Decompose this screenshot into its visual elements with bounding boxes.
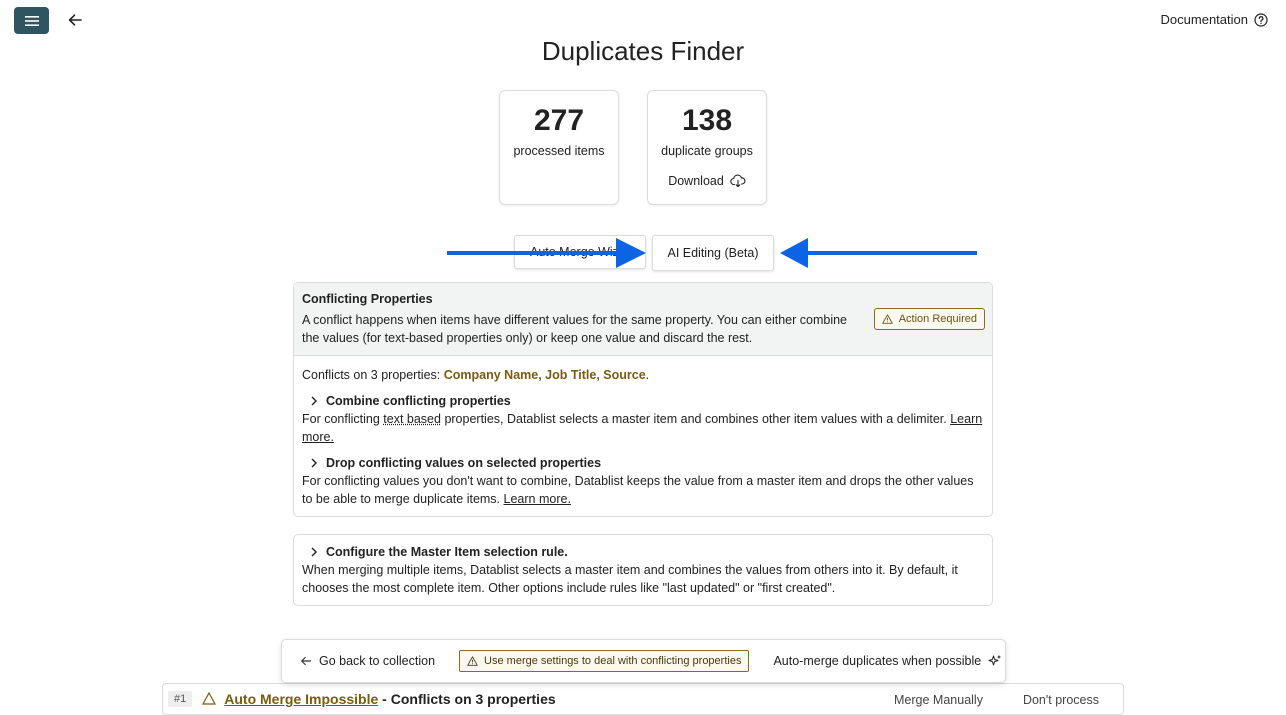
footer-action-bar: Go back to collection Use merge settings… (281, 639, 1006, 683)
annotation-arrow-left-shaft (447, 251, 627, 255)
download-button[interactable]: Download (648, 174, 766, 188)
conflicts-summary-prefix: Conflicts on 3 properties: (302, 368, 444, 382)
warning-icon (881, 314, 893, 324)
combine-text-b: properties, Datablist selects a master i… (440, 412, 951, 426)
drop-text: For conflicting values you don't want to… (302, 472, 984, 508)
conflicting-property-list: Company Name, Job Title, Source (443, 368, 646, 382)
processed-label: processed items (513, 144, 605, 158)
arrow-left-icon (301, 656, 312, 666)
go-back-label: Go back to collection (319, 654, 436, 668)
text-based-term: text based (383, 412, 441, 426)
combine-text-a: For conflicting (302, 412, 384, 426)
back-button[interactable] (66, 11, 84, 29)
groups-label: duplicate groups (661, 144, 753, 158)
conflicts-title: Conflicting Properties (302, 292, 433, 306)
master-item-text: When merging multiple items, Datablist s… (302, 563, 958, 595)
go-back-button[interactable]: Go back to collection (300, 654, 435, 668)
merge-settings-warning: Use merge settings to deal with conflict… (459, 650, 750, 672)
annotation-arrow-right-shaft (800, 251, 977, 255)
master-item-toggle[interactable]: Configure the Master Item selection rule… (302, 543, 984, 561)
group-separator: - (378, 691, 391, 707)
group-index: #1 (168, 691, 193, 707)
arrow-left-icon (68, 14, 82, 26)
hamburger-icon (24, 15, 39, 26)
auto-merge-label: Auto-merge duplicates when possible (773, 654, 982, 668)
conflicts-description: A conflict happens when items have diffe… (302, 313, 848, 345)
group-detail: Conflicts on 3 properties (390, 691, 556, 707)
annotation-arrow-right-icon (616, 238, 646, 268)
warning-icon (467, 656, 478, 666)
conflicts-summary-suffix: . (645, 368, 650, 382)
master-item-body: Configure the Master Item selection rule… (294, 535, 992, 605)
action-required-badge: Action Required (873, 308, 985, 330)
action-required-label: Action Required (898, 313, 977, 325)
drop-heading: Drop conflicting values on selected prop… (326, 456, 602, 470)
master-item-panel: Configure the Master Item selection rule… (293, 534, 993, 606)
warning-icon (202, 692, 217, 705)
conflicts-header: Conflicting Properties A conflict happen… (294, 283, 992, 356)
dont-process-select[interactable]: Don't process (1023, 693, 1099, 707)
chevron-right-icon (311, 458, 317, 468)
page-title: Duplicates Finder (541, 36, 745, 66)
help-circle-icon (1254, 12, 1268, 27)
groups-count: 138 (681, 104, 733, 137)
chevron-right-icon (311, 396, 317, 406)
combine-text: For conflicting text based properties, D… (302, 410, 984, 446)
conflicts-body: Conflicts on 3 properties: Company Name,… (294, 356, 992, 516)
master-item-heading: Configure the Master Item selection rule… (326, 545, 568, 559)
tab-ai-editing-label: AI Editing (Beta) (667, 246, 759, 260)
drop-section-toggle[interactable]: Drop conflicting values on selected prop… (302, 454, 984, 472)
combine-section-toggle[interactable]: Combine conflicting properties (302, 392, 984, 410)
documentation-link[interactable]: Documentation (1161, 12, 1268, 27)
drop-learn-more-link[interactable]: Learn more. (504, 492, 571, 506)
annotation-arrow-left-icon (780, 238, 808, 268)
cloud-download-icon (730, 174, 746, 188)
duplicate-groups-card: 138 duplicate groups Download (647, 90, 767, 205)
drop-text-body: For conflicting values you don't want to… (302, 474, 974, 506)
download-label: Download (668, 174, 724, 188)
tab-ai-editing[interactable]: AI Editing (Beta) (652, 235, 774, 271)
processed-items-card: 277 processed items (499, 90, 619, 205)
processed-count: 277 (533, 104, 585, 137)
conflicts-summary: Conflicts on 3 properties: Company Name,… (302, 366, 984, 384)
menu-button[interactable] (14, 7, 49, 34)
documentation-label: Documentation (1160, 12, 1248, 27)
conflicting-properties-panel: Conflicting Properties A conflict happen… (293, 282, 993, 517)
chevron-right-icon (311, 547, 317, 557)
merge-manually-button[interactable]: Merge Manually (894, 693, 983, 707)
group-status-line: Auto Merge Impossible - Conflicts on 3 p… (224, 691, 555, 707)
duplicate-group-row[interactable]: #1 Auto Merge Impossible - Conflicts on … (162, 683, 1124, 715)
combine-heading: Combine conflicting properties (326, 394, 511, 408)
group-status: Auto Merge Impossible (224, 691, 379, 707)
merge-settings-warning-label: Use merge settings to deal with conflict… (484, 655, 742, 667)
auto-merge-button[interactable]: Auto-merge duplicates when possible (773, 654, 1002, 668)
sparkles-icon (988, 655, 1001, 666)
